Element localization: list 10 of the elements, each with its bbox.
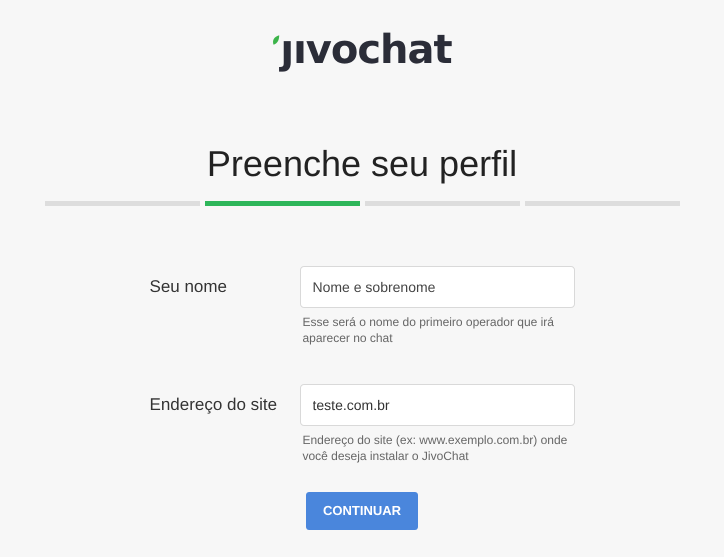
input-field[interactable]: Nome e sobrenome <box>300 266 574 308</box>
field-hint: Endereço do site (ex: www.exemplo.com.br) onde você deseja instalar o JivoChat <box>302 432 568 464</box>
leaf-icon <box>272 34 280 46</box>
page-title: Preenche seu perfil <box>206 144 518 184</box>
continue-button[interactable]: CONTINUAR <box>306 492 418 530</box>
logo: ȷıvochat <box>280 26 452 75</box>
field-label: Seu nome <box>150 276 228 298</box>
field-hint: Esse será o nome do primeiro operador que irá aparecer no chat <box>302 314 555 346</box>
input-field[interactable]: teste.com.br <box>300 384 574 426</box>
field-label: Endereço do site <box>150 394 278 416</box>
